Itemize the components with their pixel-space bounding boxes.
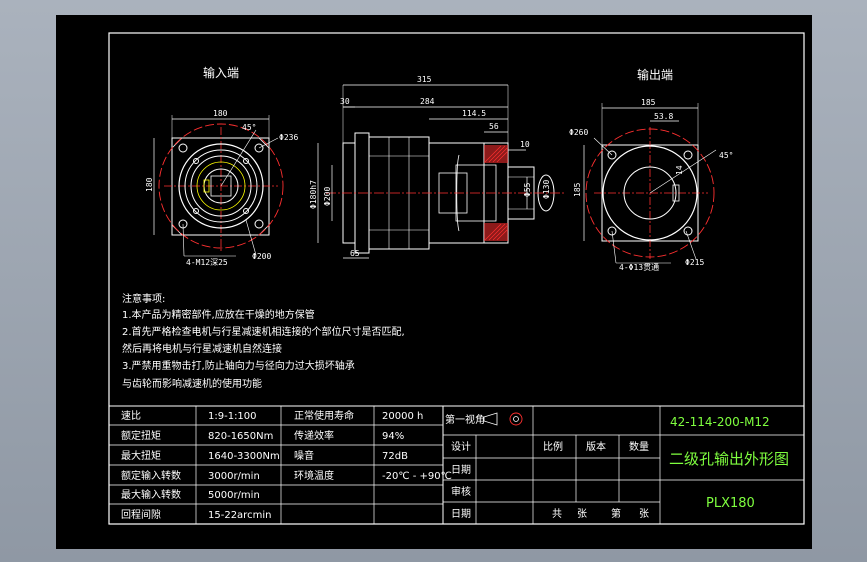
dim-side-d55: Φ55 xyxy=(523,182,532,197)
spec-cell-v2: 72dB xyxy=(382,451,408,462)
spec-table: 速比 1:9-1:100 正常使用寿命 20000 h 额定扭矩 820-1650Nm 传递… xyxy=(108,405,452,525)
notes-heading: 注意事项: xyxy=(122,292,165,305)
drawing-canvas: 输入端 180 180 45° Φ236 4-M12深25 Φ200 315 2… xyxy=(108,32,805,525)
note-line-5: 与齿轮而影响减速机的使用功能 xyxy=(122,377,262,390)
drawing-code: 42-114-200-M12 xyxy=(670,415,770,429)
technical-notes: 注意事项: 1.本产品为精密部件,应放在干燥的地方保管 2.首先严格检查电机与行… xyxy=(122,292,405,390)
sheet-number-label: 第 xyxy=(611,507,621,520)
cad-viewer-window: 输入端 180 180 45° Φ236 4-M12深25 Φ200 315 2… xyxy=(0,0,867,562)
spec-cell-k2: 噪音 xyxy=(294,449,314,462)
dim-side-284: 284 xyxy=(420,97,435,106)
projection-label: 第一视角 xyxy=(445,413,485,426)
note-line-1: 1.本产品为精密部件,应放在干燥的地方保管 xyxy=(122,308,315,321)
output-end-view: 输出端 185 53.8 Φ260 185 14 45° 4-Φ13贯通 Φ21… xyxy=(569,67,733,272)
review-label: 审核 xyxy=(451,485,471,498)
dim-side-10: 10 xyxy=(520,140,530,149)
dim-side-30: 30 xyxy=(340,97,350,106)
title-block: 第一视角 设计 日期 审核 日期 比例 版本 数量 共 张 第 张 42-114… xyxy=(442,405,805,525)
spec-cell-v1: 820-1650Nm xyxy=(208,431,273,442)
dim-output-d215: Φ215 xyxy=(685,258,704,267)
spec-cell-v1: 5000r/min xyxy=(208,490,260,501)
spec-cell-k1: 最大扭矩 xyxy=(121,449,161,462)
spec-cell-v2: 20000 h xyxy=(382,411,423,422)
spec-cell-k2: 传递效率 xyxy=(294,429,334,442)
spec-cell-k2: 环境温度 xyxy=(294,469,334,482)
spec-cell-k1: 速比 xyxy=(121,410,141,422)
spec-cell-v1: 1640-3300Nm xyxy=(208,451,280,462)
dim-side-d180: Φ180h7 xyxy=(309,180,318,209)
output-view-title: 输出端 xyxy=(637,67,673,82)
input-end-view: 输入端 180 180 45° Φ236 4-M12深25 Φ200 xyxy=(145,65,298,267)
projection-symbol-icon xyxy=(483,412,498,426)
note-line-2: 2.首先严格检查电机与行星减速机相连接的个部位尺寸是否匹配, xyxy=(122,325,405,338)
dim-side-315: 315 xyxy=(417,75,432,84)
dim-output-width: 185 xyxy=(641,98,656,107)
drawing-title: 二级孔输出外形图 xyxy=(669,450,789,468)
spec-cell-k1: 额定扭矩 xyxy=(121,429,161,442)
drawing-sheet: 输入端 180 180 45° Φ236 4-M12深25 Φ200 315 2… xyxy=(56,15,812,549)
dim-side-d130: Φ130 xyxy=(542,180,551,199)
dim-input-bolts: 4-M12深25 xyxy=(186,258,228,267)
spec-cell-v1: 1:9-1:100 xyxy=(208,411,257,422)
dim-output-d260: Φ260 xyxy=(569,128,588,137)
date-label-2: 日期 xyxy=(451,508,471,520)
note-line-4: 3.严禁用重物击打,防止轴向力与径向力过大损坏轴承 xyxy=(122,359,355,372)
dim-side-65: 65 xyxy=(350,249,360,258)
total-sheets-label: 共 xyxy=(552,508,562,520)
sheet-unit-1: 张 xyxy=(577,508,587,520)
dim-side-1145: 114.5 xyxy=(462,109,486,118)
dim-side-56: 56 xyxy=(489,122,499,131)
ratio-label: 比例 xyxy=(543,440,563,453)
spec-cell-v1: 3000r/min xyxy=(208,471,260,482)
dim-input-d236: Φ236 xyxy=(279,133,298,142)
design-label: 设计 xyxy=(451,440,471,453)
dim-input-angle: 45° xyxy=(242,123,256,132)
dim-input-d200: Φ200 xyxy=(252,252,271,261)
spec-cell-v2: 94% xyxy=(382,431,404,442)
input-flange-outline xyxy=(171,137,270,236)
date-label-1: 日期 xyxy=(451,464,471,476)
spec-cell-v2: -20℃ - +90℃ xyxy=(382,471,452,482)
dim-output-height: 185 xyxy=(573,182,582,197)
spec-cell-v1: 15-22arcmin xyxy=(208,510,271,521)
dim-output-538: 53.8 xyxy=(654,112,673,121)
dim-input-width: 180 xyxy=(213,109,228,118)
sheet-unit-2: 张 xyxy=(639,508,649,520)
dim-output-angle: 45° xyxy=(719,151,733,160)
spec-cell-k2: 正常使用寿命 xyxy=(294,409,354,422)
version-label: 版本 xyxy=(586,440,606,453)
input-view-title: 输入端 xyxy=(203,65,239,80)
dim-output-holes: 4-Φ13贯通 xyxy=(619,262,659,272)
dim-side-d200: Φ200 xyxy=(323,187,332,206)
spec-cell-k1: 回程间隙 xyxy=(121,508,161,521)
dim-input-height: 180 xyxy=(145,177,154,192)
side-view: 315 284 30 114.5 56 10 65 Φ180h7 Φ200 Φ5… xyxy=(309,75,566,259)
spec-cell-k1: 额定输入转数 xyxy=(121,469,181,482)
quantity-label: 数量 xyxy=(629,440,649,453)
note-line-3: 然后再将电机与行星减速机自然连接 xyxy=(122,342,282,355)
model-number: PLX180 xyxy=(706,496,755,511)
spec-cell-k1: 最大输入转数 xyxy=(121,488,181,501)
